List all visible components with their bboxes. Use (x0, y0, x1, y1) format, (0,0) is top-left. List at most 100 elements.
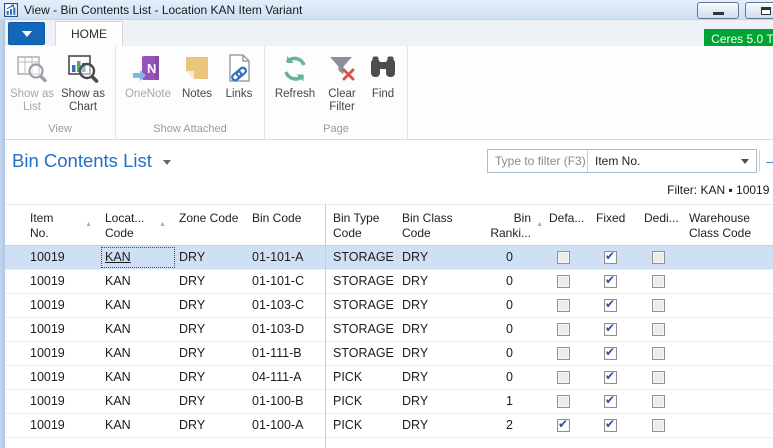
fixed-checkbox[interactable] (604, 299, 617, 312)
column-header-dedicated[interactable]: Dedi... (640, 205, 685, 245)
application-menu-button[interactable] (8, 22, 45, 45)
cell-dedicated[interactable] (640, 318, 685, 341)
refresh-button[interactable]: Refresh (269, 48, 321, 121)
cell-location_code[interactable]: KAN (100, 246, 176, 269)
cell-bin_type_code[interactable]: STORAGE (325, 270, 398, 293)
column-header-fixed[interactable]: Fixed (592, 205, 640, 245)
cell-dedicated[interactable] (640, 414, 685, 437)
cell-bin_ranking[interactable]: 0 (462, 270, 545, 293)
cell-location_code[interactable]: KAN (100, 342, 176, 365)
cell-location_code[interactable]: KAN (100, 270, 176, 293)
cell-default[interactable] (545, 318, 592, 341)
dedicated-checkbox[interactable] (652, 371, 665, 384)
cell-item_no[interactable]: 10019 (5, 318, 100, 341)
cell-warehouse_class_code[interactable] (685, 318, 773, 341)
cell-item_no[interactable]: 10019 (5, 366, 100, 389)
apply-filter-arrow-button[interactable]: → (763, 149, 773, 173)
cell-fixed[interactable] (592, 366, 640, 389)
cell-zone_code[interactable]: DRY (176, 366, 248, 389)
cell-bin_code[interactable]: 01-100-B (248, 390, 325, 413)
cell-item_no[interactable]: 10019 (5, 294, 100, 317)
cell-fixed[interactable] (592, 390, 640, 413)
table-row[interactable]: 10019KANDRY01-100-APICKDRY2 (5, 414, 773, 438)
dedicated-checkbox[interactable] (652, 419, 665, 432)
column-header-default[interactable]: Defa... (545, 205, 592, 245)
cell-zone_code[interactable]: DRY (176, 390, 248, 413)
cell-bin_code[interactable]: 01-101-C (248, 270, 325, 293)
cell-default[interactable] (545, 414, 592, 437)
fixed-checkbox[interactable] (604, 419, 617, 432)
cell-zone_code[interactable]: DRY (176, 414, 248, 437)
cell-bin_ranking[interactable]: 2 (462, 414, 545, 437)
cell-bin_ranking[interactable]: 1 (462, 390, 545, 413)
column-header-location_code[interactable]: Locat... Code▲ (100, 205, 176, 245)
cell-zone_code[interactable]: DRY (176, 294, 248, 317)
column-header-zone_code[interactable]: Zone Code (176, 205, 248, 245)
default-checkbox[interactable] (557, 347, 570, 360)
cell-default[interactable] (545, 246, 592, 269)
cell-dedicated[interactable] (640, 342, 685, 365)
table-row[interactable]: 10019KANDRY01-103-CSTORAGEDRY0 (5, 294, 773, 318)
cell-bin_code[interactable]: 01-100-A (248, 414, 325, 437)
cell-dedicated[interactable] (640, 246, 685, 269)
cell-bin_ranking[interactable]: 0 (462, 246, 545, 269)
cell-location_code[interactable]: KAN (100, 366, 176, 389)
find-button[interactable]: Find (363, 48, 403, 121)
table-row[interactable]: 10019KANDRY01-111-BSTORAGEDRY0 (5, 342, 773, 366)
default-checkbox[interactable] (557, 251, 570, 264)
cell-bin_code[interactable]: 01-103-C (248, 294, 325, 317)
cell-bin_ranking[interactable]: 0 (462, 366, 545, 389)
table-row[interactable]: 10019KANDRY04-111-APICKDRY0 (5, 366, 773, 390)
cell-zone_code[interactable]: DRY (176, 246, 248, 269)
cell-default[interactable] (545, 294, 592, 317)
cell-warehouse_class_code[interactable] (685, 366, 773, 389)
default-checkbox[interactable] (557, 275, 570, 288)
cell-default[interactable] (545, 390, 592, 413)
dedicated-checkbox[interactable] (652, 323, 665, 336)
column-header-bin_class_code[interactable]: Bin Class Code (398, 205, 462, 245)
cell-zone_code[interactable]: DRY (176, 342, 248, 365)
column-header-warehouse_class_code[interactable]: Warehouse Class Code (685, 205, 773, 245)
cell-fixed[interactable] (592, 414, 640, 437)
default-checkbox[interactable] (557, 419, 570, 432)
cell-dedicated[interactable] (640, 366, 685, 389)
cell-fixed[interactable] (592, 270, 640, 293)
cell-bin_code[interactable]: 04-111-A (248, 366, 325, 389)
fixed-checkbox[interactable] (604, 395, 617, 408)
column-header-bin_type_code[interactable]: Bin Type Code (325, 205, 398, 245)
filter-field-dropdown[interactable] (734, 159, 756, 164)
cell-fixed[interactable] (592, 246, 640, 269)
cell-location_code[interactable]: KAN (100, 294, 176, 317)
cell-bin_ranking[interactable]: 0 (462, 318, 545, 341)
cell-bin_ranking[interactable]: 0 (462, 342, 545, 365)
tab-home[interactable]: HOME (55, 21, 123, 46)
cell-dedicated[interactable] (640, 270, 685, 293)
cell-zone_code[interactable]: DRY (176, 318, 248, 341)
dedicated-checkbox[interactable] (652, 347, 665, 360)
cell-item_no[interactable]: 10019 (5, 390, 100, 413)
table-row[interactable]: 10019KANDRY01-103-DSTORAGEDRY0 (5, 318, 773, 342)
cell-bin_type_code[interactable]: STORAGE (325, 246, 398, 269)
restore-button[interactable] (745, 2, 773, 19)
cell-bin_class_code[interactable]: DRY (398, 270, 462, 293)
notes-button[interactable]: Notes (176, 48, 218, 121)
cell-warehouse_class_code[interactable] (685, 414, 773, 437)
cell-fixed[interactable] (592, 342, 640, 365)
dedicated-checkbox[interactable] (652, 299, 665, 312)
cell-fixed[interactable] (592, 294, 640, 317)
column-header-bin_ranking[interactable]: Bin Ranki...▲ (462, 205, 545, 245)
fixed-checkbox[interactable] (604, 323, 617, 336)
fixed-checkbox[interactable] (604, 371, 617, 384)
cell-dedicated[interactable] (640, 390, 685, 413)
cell-location_code[interactable]: KAN (100, 414, 176, 437)
cell-warehouse_class_code[interactable] (685, 294, 773, 317)
cell-warehouse_class_code[interactable] (685, 342, 773, 365)
fixed-checkbox[interactable] (604, 251, 617, 264)
cell-bin_class_code[interactable]: DRY (398, 318, 462, 341)
default-checkbox[interactable] (557, 371, 570, 384)
table-row[interactable]: 10019KANDRY01-101-CSTORAGEDRY0 (5, 270, 773, 294)
cell-bin_class_code[interactable]: DRY (398, 294, 462, 317)
clear-filter-button[interactable]: Clear Filter (321, 48, 363, 121)
cell-item_no[interactable]: 10019 (5, 270, 100, 293)
cell-bin_class_code[interactable]: DRY (398, 366, 462, 389)
